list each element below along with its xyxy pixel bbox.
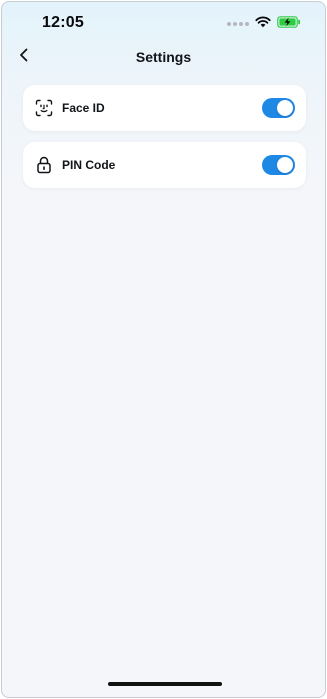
wifi-icon [255,15,271,33]
toggle-knob [277,157,293,173]
lock-icon [34,155,54,175]
status-bar: 12:05 [2,2,325,42]
page-title: Settings [135,49,192,65]
navigation-bar: Settings [2,42,325,72]
battery-charging-icon [277,15,301,33]
toggle-knob [277,100,293,116]
status-time: 12:05 [42,14,84,31]
face-id-label: Face ID [62,101,105,115]
setting-row-face-id: Face ID [23,85,306,131]
home-indicator [108,682,222,686]
face-id-toggle[interactable] [262,98,295,118]
settings-screen: 12:05 Settings Face ID PIN Code [1,1,326,698]
status-icons [227,15,301,33]
pin-code-toggle[interactable] [262,155,295,175]
setting-row-pin-code: PIN Code [23,142,306,188]
face-id-icon [34,98,54,118]
cellular-signal-icon [227,22,249,26]
pin-code-label: PIN Code [62,158,116,172]
